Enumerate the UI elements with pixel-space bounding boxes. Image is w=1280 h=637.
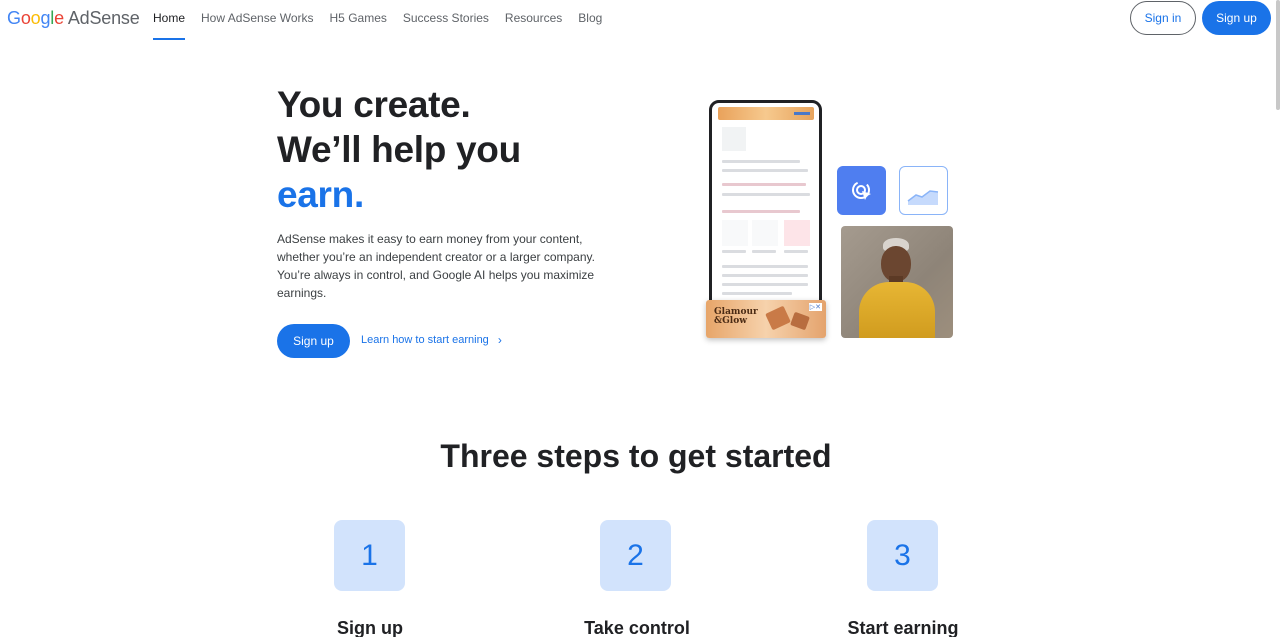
phone-thumbnail xyxy=(722,127,746,151)
hero-headline-accent: earn. xyxy=(277,174,364,215)
nav-item-h5-games[interactable]: H5 Games xyxy=(330,0,387,40)
content-block xyxy=(784,220,810,246)
ad-text-line-2: &Glow xyxy=(714,316,747,326)
three-steps-heading: Three steps to get started xyxy=(440,438,832,474)
google-adsense-logo[interactable]: Google AdSense xyxy=(7,8,140,29)
step-1-number-tile: 1 xyxy=(334,520,405,591)
step-2-label: Take control xyxy=(584,618,690,637)
text-line xyxy=(722,292,792,295)
text-line xyxy=(722,265,808,268)
chevron-right-icon: › xyxy=(497,333,502,347)
text-line xyxy=(722,210,800,213)
main-nav: Home How AdSense Works H5 Games Success … xyxy=(153,0,618,40)
earnings-chart-icon xyxy=(899,166,948,215)
learn-link-label: Learn how to start earning xyxy=(361,334,489,346)
ad-choices-icon: ▷✕ xyxy=(808,303,822,311)
text-line xyxy=(722,160,800,163)
hero-description: AdSense makes it easy to earn money from… xyxy=(277,232,595,300)
text-line xyxy=(722,274,808,277)
content-block xyxy=(752,220,778,246)
header-sign-up-button[interactable]: Sign up xyxy=(1202,1,1271,35)
sign-in-button[interactable]: Sign in xyxy=(1130,1,1196,35)
ad-card-text: Glamour &Glow xyxy=(714,308,758,326)
cursor-click-icon xyxy=(837,166,886,215)
hero-headline-line-2: We’ll help you xyxy=(277,129,521,170)
portrait-yellow-shirt xyxy=(859,282,935,338)
hero-sign-up-button[interactable]: Sign up xyxy=(277,324,350,358)
logo-letter: G xyxy=(7,8,21,28)
text-line xyxy=(722,183,806,186)
content-block xyxy=(722,220,748,246)
nav-item-success-stories[interactable]: Success Stories xyxy=(403,0,489,40)
text-line xyxy=(752,250,776,253)
text-line xyxy=(722,169,808,172)
logo-letter: e xyxy=(54,8,64,28)
hero-headline-line-1: You create. xyxy=(277,84,471,125)
learn-how-to-start-earning-link[interactable]: Learn how to start earning › xyxy=(361,333,502,347)
page-scrollbar[interactable] xyxy=(1276,0,1280,110)
logo-letter: o xyxy=(20,8,31,28)
logo-product-name: AdSense xyxy=(67,8,140,28)
step-3-number-tile: 3 xyxy=(867,520,938,591)
step-1-label: Sign up xyxy=(337,618,403,637)
logo-letter: o xyxy=(30,8,41,28)
nav-item-how-adsense-works[interactable]: How AdSense Works xyxy=(201,0,314,40)
nav-item-resources[interactable]: Resources xyxy=(505,0,562,40)
ad-product-image xyxy=(765,305,791,331)
hero-headline: You create. We’ll help you earn. xyxy=(277,82,521,217)
step-2-number-tile: 2 xyxy=(600,520,671,591)
text-line xyxy=(722,283,808,286)
top-navigation-bar: Google AdSense Home How AdSense Works H5 … xyxy=(0,0,1280,40)
ad-product-image xyxy=(790,311,810,331)
step-3-label: Start earning xyxy=(847,618,959,637)
text-line xyxy=(784,250,808,253)
creator-portrait-image xyxy=(841,226,953,338)
hero-illustration: Glamour &Glow ▷✕ xyxy=(680,90,1000,360)
logo-letter: g xyxy=(40,8,51,28)
glamour-glow-ad-card: Glamour &Glow ▷✕ xyxy=(706,300,826,338)
text-line xyxy=(722,193,810,196)
phone-top-banner-ad xyxy=(718,107,814,120)
nav-item-blog[interactable]: Blog xyxy=(578,0,602,40)
nav-item-home[interactable]: Home xyxy=(153,0,186,40)
text-line xyxy=(722,250,746,253)
